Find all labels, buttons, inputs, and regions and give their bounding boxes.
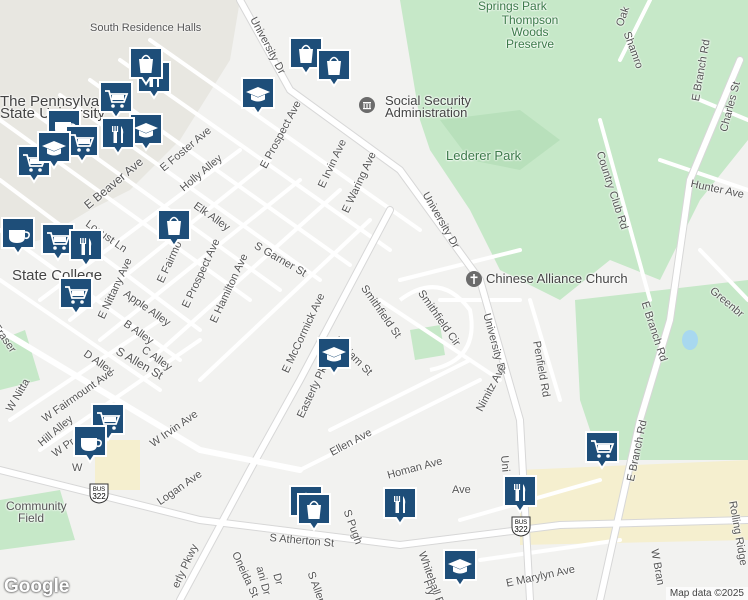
label-south-residence-halls: South Residence Halls (90, 22, 202, 34)
poi-pin-graduation-cap[interactable] (442, 548, 478, 588)
graduation-cap-icon (37, 131, 71, 170)
poi-pin-cup[interactable] (0, 216, 36, 256)
route-shield-number: 322 (514, 525, 528, 534)
church-icon (466, 271, 482, 287)
cup-icon (1, 217, 35, 256)
government-building-icon (359, 97, 375, 113)
poi-pin-bag[interactable] (156, 208, 192, 248)
route-shield-bus-322-east: BUS 322 (510, 515, 532, 542)
label-chinese-alliance: Chinese Alliance Church (486, 271, 628, 286)
street-dr: Dr (270, 572, 286, 587)
map-canvas[interactable]: South Residence Halls The Pennsylvania S… (0, 0, 748, 600)
poi-pin-graduation-cap[interactable] (240, 76, 276, 116)
map-attribution[interactable]: Map data ©2025 (665, 587, 748, 600)
fork-knife-icon (69, 229, 103, 268)
street-uni: Uni (498, 455, 512, 473)
poi-pin-fork-knife[interactable] (68, 228, 104, 268)
label-social-security: Social Security Administration (385, 93, 471, 120)
graduation-cap-icon (317, 337, 351, 376)
poi-pin-graduation-cap[interactable] (36, 130, 72, 170)
label-thompson-woods: Thompson Woods Preserve (501, 13, 559, 51)
bag-icon (317, 49, 351, 88)
poi-pin-cart[interactable] (584, 430, 620, 470)
route-shield-bus-322: BUS 322 (88, 482, 110, 509)
cup-icon (73, 425, 107, 464)
poi-pin-fork-knife[interactable] (100, 116, 136, 156)
label-lederer-park: Lederer Park (446, 148, 522, 163)
route-shield-number: 322 (92, 492, 106, 501)
graduation-cap-icon (443, 549, 477, 588)
pond (682, 330, 698, 350)
label-community-field: Community Field (6, 499, 67, 525)
bag-icon (297, 493, 331, 532)
cart-icon (585, 431, 619, 470)
google-logo: Google (4, 576, 70, 597)
label-springs-park: Springs Park (478, 0, 547, 13)
poi-pin-graduation-cap[interactable] (316, 336, 352, 376)
poi-pin-cart[interactable] (58, 276, 94, 316)
poi-pin-fork-knife[interactable] (502, 474, 538, 514)
poi-pin-cup[interactable] (72, 424, 108, 464)
poi-pin-bag[interactable] (316, 48, 352, 88)
fork-knife-icon (383, 487, 417, 526)
graduation-cap-icon (241, 77, 275, 116)
street-ave: Ave (452, 484, 471, 496)
poi-pin-bag[interactable] (296, 492, 332, 532)
cart-icon (59, 277, 93, 316)
poi-pin-fork-knife[interactable] (382, 486, 418, 526)
bag-icon (157, 209, 191, 248)
fork-knife-icon (101, 117, 135, 156)
fork-knife-icon (503, 475, 537, 514)
